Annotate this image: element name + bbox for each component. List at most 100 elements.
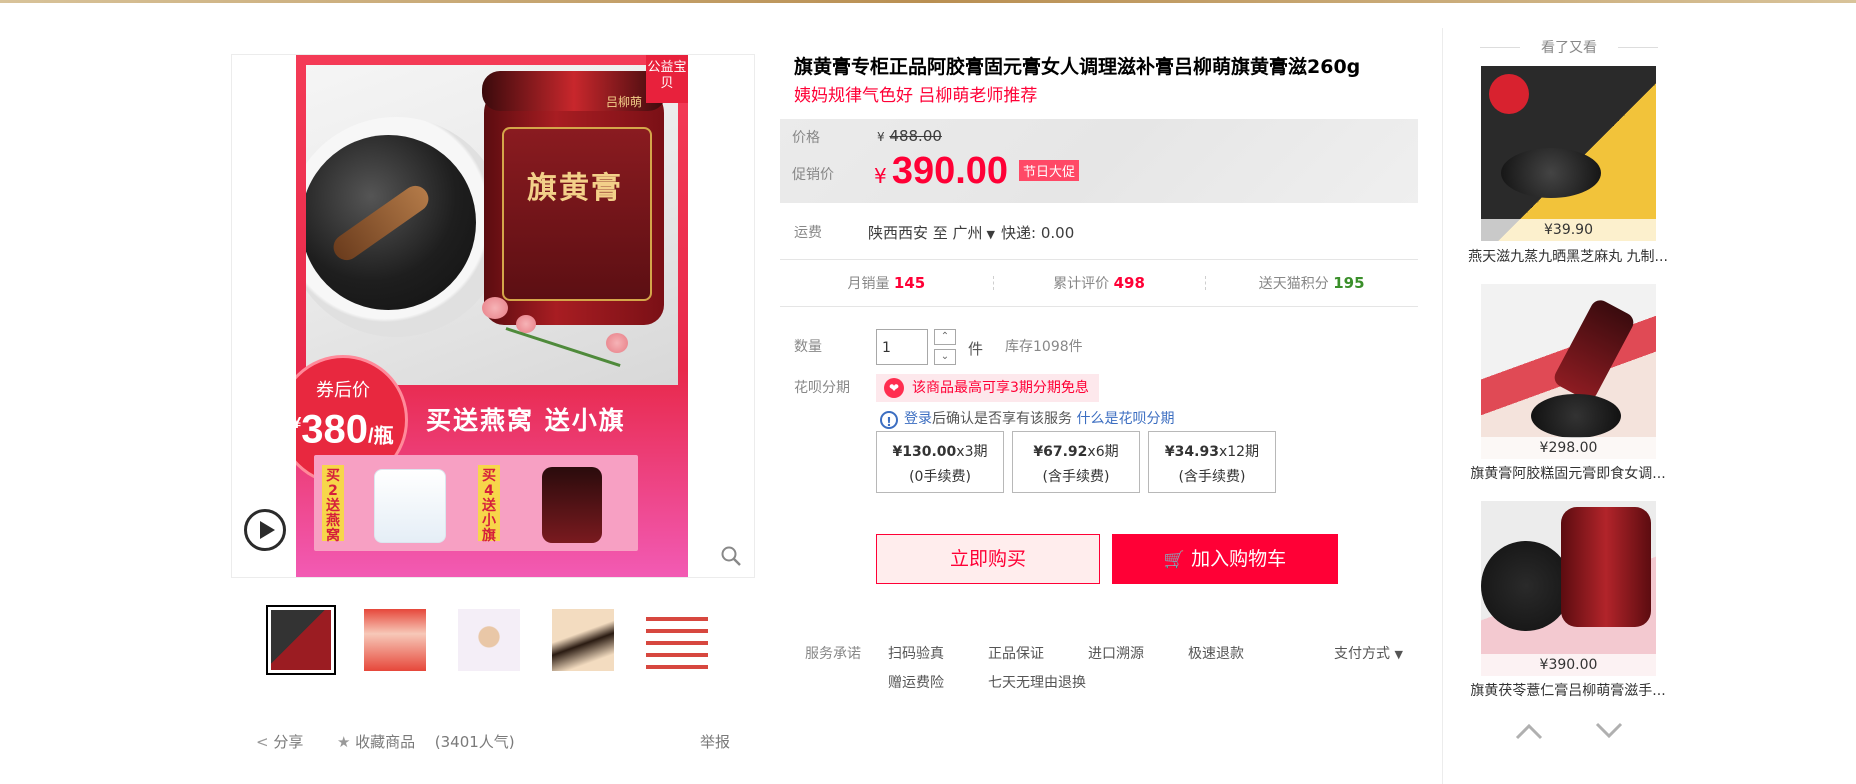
chevron-down-icon[interactable]: ▼	[987, 228, 995, 241]
express-fee: 快递: 0.00	[1001, 224, 1075, 242]
service-item[interactable]: 极速退款	[1188, 643, 1244, 663]
chevron-down-icon[interactable]	[1594, 718, 1624, 748]
stat-label: 累计评价	[1053, 276, 1110, 292]
product-poster: 旗黄膏 吕柳萌 公益宝贝 券后价 ¥380/瓶 买送燕窝 送小旗 买2送燕窝 买…	[296, 55, 688, 577]
installment-plan-12[interactable]: ¥34.93x12期 (含手续费)	[1148, 431, 1276, 493]
add-to-cart-button[interactable]: 🛒 加入购物车	[1112, 534, 1338, 584]
promo-price-label: 促销价	[792, 167, 834, 183]
plan-amount: ¥67.92	[1033, 444, 1088, 460]
stat-value: 145	[893, 274, 926, 292]
service-item[interactable]: 进口溯源	[1088, 643, 1144, 663]
flower-graphic	[482, 297, 508, 319]
service-item[interactable]: 扫码验真	[888, 643, 944, 663]
jar-pour-graphic	[1551, 296, 1637, 404]
quantity-unit: 件	[968, 340, 984, 358]
recommended-item-image[interactable]: ¥298.00	[1481, 284, 1656, 459]
small-jar-graphic	[542, 467, 602, 543]
recommended-item-image[interactable]: ¥390.00	[1481, 501, 1656, 676]
promo-price-value: 390.00	[891, 150, 1009, 192]
recommended-price: ¥298.00	[1481, 437, 1656, 459]
login-hint: 后确认是否享有该服务	[932, 411, 1077, 427]
jar-title: 旗黄膏	[527, 171, 623, 206]
stock-count: 库存1098件	[1005, 339, 1083, 355]
sesame-balls-graphic	[1501, 148, 1601, 198]
stat-total-reviews[interactable]: 累计评价 498	[992, 260, 1206, 306]
shipping-label: 运费	[794, 225, 822, 241]
paste-bowl-graphic	[1481, 541, 1571, 631]
stat-value: 498	[1113, 274, 1145, 292]
service-item[interactable]: 七天无理由退换	[988, 672, 1086, 692]
payment-label: 支付方式	[1334, 646, 1390, 662]
cart-icon: 🛒	[1163, 550, 1186, 570]
chevron-down-icon: ▼	[1394, 648, 1403, 661]
promo-tag: 节日大促	[1019, 160, 1080, 181]
gift-tag: 买4送小旗	[478, 465, 500, 544]
huabei-logo-icon: ❤	[884, 378, 904, 398]
thumbnail-4[interactable]	[548, 605, 618, 675]
original-currency: ¥	[877, 130, 885, 144]
plan-fee: (含手续费)	[1178, 469, 1246, 485]
paste-bowl-graphic	[1531, 394, 1621, 438]
recommended-item-name[interactable]: 燕天滋九蒸九晒黑芝麻丸 九制...	[1463, 246, 1673, 266]
shipping-info: 陕西西安 至 广州 ▼ 快递: 0.00	[868, 222, 1074, 243]
gift-box-small-jar: 买4送小旗	[470, 455, 638, 551]
original-price-label: 价格	[792, 130, 820, 146]
jar-label-graphic	[502, 127, 652, 301]
original-price-value: 488.00	[889, 127, 942, 145]
thumbnail-3[interactable]	[454, 605, 524, 675]
gift-box-bird-nest: 买2送燕窝	[314, 455, 482, 551]
coupon-unit: /瓶	[368, 425, 394, 448]
quantity-input[interactable]: 1	[876, 329, 928, 365]
what-is-huabei-link[interactable]: 什么是花呗分期	[1076, 411, 1174, 427]
jar-brand: 吕柳萌	[606, 95, 643, 109]
stat-tmall-points: 送天猫积分 195	[1205, 260, 1418, 306]
product-subtitle: 姨妈规律气色好 吕柳萌老师推荐	[794, 86, 1038, 106]
recommended-item-name[interactable]: 旗黄膏阿胶糕固元膏即食女调...	[1463, 463, 1673, 483]
login-link[interactable]: 登录	[904, 411, 932, 427]
recommended-item-image[interactable]: ¥39.90	[1481, 66, 1656, 241]
recommended-price: ¥390.00	[1481, 654, 1656, 676]
shipping-route[interactable]: 陕西西安 至 广州	[868, 224, 983, 242]
huabei-note: 该商品最高可享3期分期免息	[912, 380, 1089, 396]
installment-plan-6[interactable]: ¥67.92x6期 (含手续费)	[1012, 431, 1140, 493]
gift-tag: 买2送燕窝	[322, 465, 344, 544]
bird-nest-bottle-graphic	[374, 469, 446, 543]
product-title: 旗黄膏专柜正品阿胶膏固元膏女人调理滋补膏吕柳萌旗黄膏滋260g	[794, 56, 1361, 78]
recommended-item-name[interactable]: 旗黄茯苓薏仁膏吕柳萌膏滋手...	[1463, 680, 1673, 700]
thumbnail-5[interactable]	[642, 605, 712, 675]
service-item[interactable]: 正品保证	[988, 643, 1044, 663]
payment-methods-dropdown[interactable]: 支付方式 ▼	[1334, 643, 1403, 663]
play-video-icon[interactable]	[244, 509, 286, 551]
plan-fee: (0手续费)	[909, 469, 971, 485]
zoom-magnifier-icon[interactable]	[720, 545, 744, 569]
stem-graphic	[505, 327, 621, 368]
chevron-up-icon[interactable]	[1514, 718, 1544, 748]
thumbnail-2[interactable]	[360, 605, 430, 675]
share-label: 分享	[273, 733, 304, 751]
coupon-price: 380	[301, 407, 369, 452]
main-product-image[interactable]: 旗黄膏 吕柳萌 公益宝贝 券后价 ¥380/瓶 买送燕窝 送小旗 买2送燕窝 买…	[231, 54, 755, 578]
quantity-decrease-button[interactable]: ⌄	[934, 349, 956, 365]
service-item[interactable]: 赠运费险	[888, 672, 944, 692]
thumbnail-1[interactable]	[266, 605, 336, 675]
installment-plan-3[interactable]: ¥130.00x3期 (0手续费)	[876, 431, 1004, 493]
service-label: 服务承诺	[805, 646, 861, 662]
plan-fee: (含手续费)	[1042, 469, 1110, 485]
share-link[interactable]: < 分享	[256, 733, 303, 751]
favorite-label: 收藏商品	[355, 733, 416, 751]
report-link[interactable]: 举报	[700, 731, 730, 752]
buy-now-button[interactable]: 立即购买	[876, 534, 1100, 584]
promo-currency: ¥	[874, 164, 887, 188]
coupon-label: 券后价	[316, 380, 370, 401]
favorite-count: (3401人气)	[434, 733, 515, 751]
quantity-increase-button[interactable]: ⌃	[934, 329, 956, 345]
quantity-label: 数量	[794, 339, 822, 355]
plan-periods: x3期	[956, 444, 988, 460]
favorite-link[interactable]: ★ 收藏商品	[337, 733, 415, 751]
charity-badge: 公益宝贝	[646, 55, 688, 103]
top-accent-bar	[0, 0, 1856, 3]
plan-amount: ¥34.93	[1164, 444, 1219, 460]
column-divider	[1442, 28, 1443, 784]
divider	[780, 306, 1418, 307]
stat-value: 195	[1333, 274, 1365, 292]
